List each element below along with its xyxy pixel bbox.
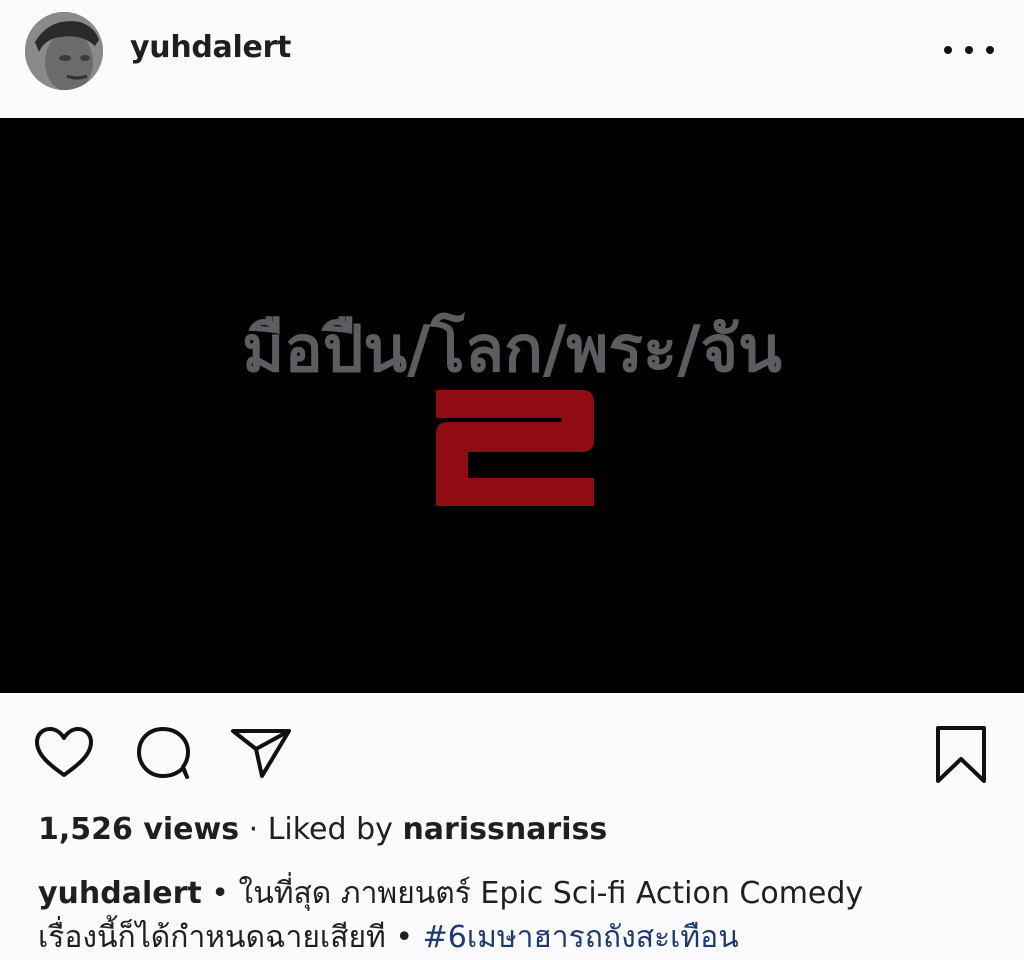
separator: · — [239, 812, 268, 847]
views-line: 1,526 views · Liked by narissnariss — [38, 812, 607, 847]
avatar-image — [25, 12, 103, 90]
caption-bullet: • — [201, 876, 239, 911]
post-media[interactable]: มือปืน/โลก/พระ/จัน 2 — [0, 118, 1024, 693]
instagram-post: yuhdalert มือปืน/โลก/พระ/จัน 2 1,526 vie — [0, 0, 1024, 960]
caption-username[interactable]: yuhdalert — [38, 876, 202, 911]
media-title-text: มือปืน/โลก/พระ/จัน — [242, 313, 782, 387]
dot — [965, 46, 973, 54]
views-count[interactable]: 1,526 views — [38, 812, 239, 847]
paper-plane-icon[interactable] — [230, 727, 292, 779]
caption-line2: เรื่องนี้ก็ได้กำหนดฉายเสียที — [38, 920, 386, 955]
caption-bullet2: • — [385, 920, 423, 955]
post-header: yuhdalert — [0, 0, 1024, 118]
post-caption: yuhdalert • ในที่สุด ภาพยนตร์ Epic Sci-f… — [38, 872, 998, 960]
dot — [986, 46, 994, 54]
comment-icon[interactable] — [135, 725, 193, 781]
caption-line1: ในที่สุด ภาพยนตร์ Epic Sci-fi Action Com… — [238, 876, 864, 911]
dot — [944, 46, 952, 54]
liked-by-user[interactable]: narissnariss — [402, 812, 607, 847]
action-bar — [0, 693, 1024, 803]
bookmark-icon[interactable] — [935, 725, 987, 785]
liked-by-prefix: Liked by — [267, 812, 403, 847]
post-username[interactable]: yuhdalert — [130, 30, 291, 65]
more-options-icon[interactable] — [944, 35, 994, 65]
hashtag-link[interactable]: #6เมษาฮารถถังสะเทือน — [423, 920, 739, 955]
avatar[interactable] — [25, 12, 103, 90]
heart-icon[interactable] — [34, 727, 94, 779]
media-number-2: 2 — [436, 390, 594, 506]
